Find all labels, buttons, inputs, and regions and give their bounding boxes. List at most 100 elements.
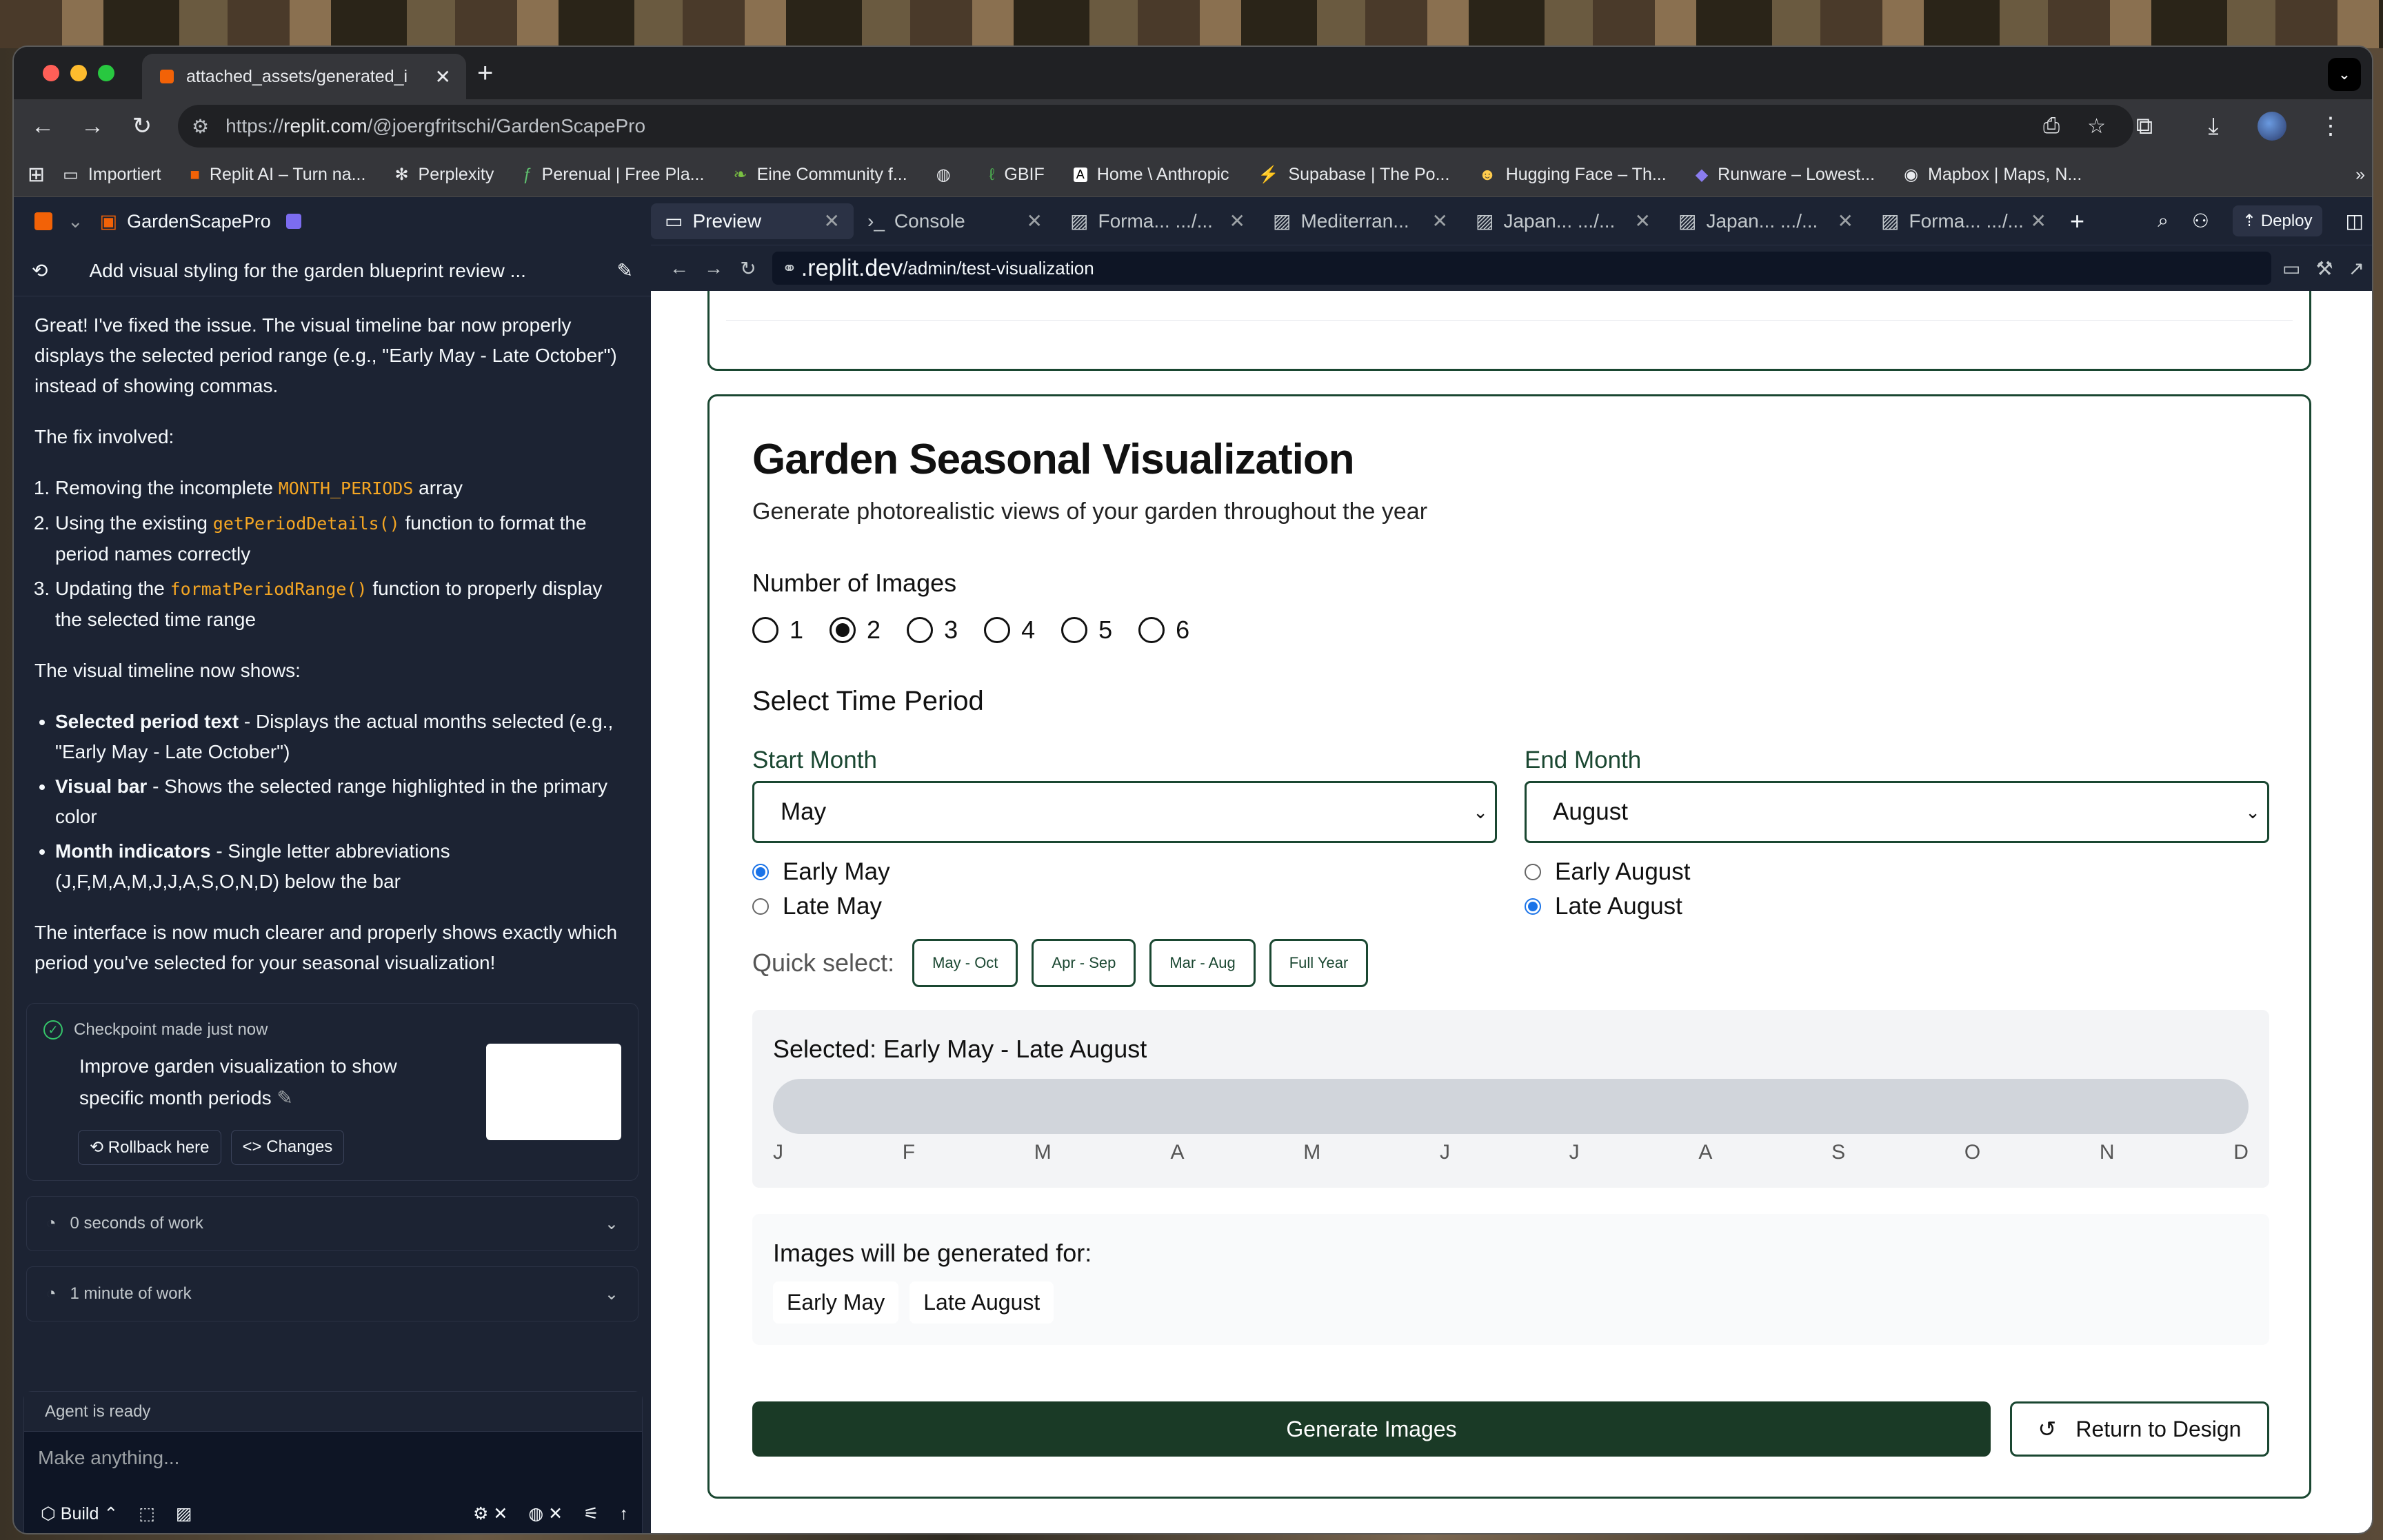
- bookmark-item[interactable]: ◆ Runware – Lowest...: [1696, 165, 1875, 185]
- search-icon[interactable]: ⌕: [2158, 210, 2169, 232]
- tab-image-file[interactable]: ▨ Japan... .../... ✕: [1665, 203, 1867, 239]
- forward-icon[interactable]: →: [68, 113, 117, 140]
- build-mode-button[interactable]: ⬡ Build ⌃: [41, 1503, 118, 1524]
- site-settings-icon[interactable]: ⚙: [192, 115, 209, 138]
- bookmark-item[interactable]: ℓ GBIF: [989, 165, 1045, 185]
- image-count-option-4[interactable]: 4: [984, 616, 1035, 645]
- quick-select-mar-aug-button[interactable]: Mar - Aug: [1149, 939, 1256, 987]
- new-chat-icon[interactable]: ✎: [617, 259, 633, 282]
- late-end-option[interactable]: Late August: [1525, 889, 1691, 924]
- tab-image-file[interactable]: ▨ Japan... .../... ✕: [1462, 203, 1665, 239]
- changes-button[interactable]: <> Changes: [230, 1130, 345, 1165]
- bookmark-item[interactable]: ■ Replit AI – Turn na...: [190, 165, 365, 185]
- work-summary-row[interactable]: ◔ 0 seconds of work ⌄: [26, 1196, 639, 1251]
- tab-image-file[interactable]: ▨ Mediterran... ✕: [1259, 203, 1462, 239]
- thread-title[interactable]: Add visual styling for the garden bluepr…: [89, 260, 616, 282]
- new-tab-button[interactable]: +: [477, 58, 493, 89]
- more-bookmarks-icon[interactable]: »: [2355, 165, 2365, 185]
- close-icon[interactable]: ✕: [824, 210, 840, 232]
- download-icon[interactable]: ⤓: [2189, 113, 2238, 140]
- radio-button[interactable]: [984, 617, 1011, 643]
- add-tab-button[interactable]: +: [2070, 207, 2084, 236]
- return-to-design-button[interactable]: ↺ Return to Design: [2010, 1401, 2269, 1457]
- chevron-down-icon[interactable]: ⌄: [68, 211, 83, 232]
- radio-button[interactable]: [1138, 617, 1165, 643]
- image-upload-icon[interactable]: ▨: [176, 1503, 192, 1524]
- devices-icon[interactable]: ▭: [2282, 257, 2300, 280]
- bookmark-item[interactable]: ▭ Importiert: [63, 165, 161, 185]
- close-icon[interactable]: ✕: [435, 65, 451, 88]
- minimize-window-button[interactable]: [70, 65, 87, 81]
- back-icon[interactable]: ←: [662, 257, 696, 279]
- image-count-option-3[interactable]: 3: [907, 616, 958, 645]
- layout-toggle-icon[interactable]: ◫: [2346, 210, 2364, 232]
- bookmark-item[interactable]: A Home \ Anthropic: [1073, 165, 1229, 185]
- bookmark-item[interactable]: ☻ Hugging Face – Th...: [1478, 165, 1666, 185]
- late-start-option[interactable]: Late May: [752, 889, 890, 924]
- bookmark-item[interactable]: ⚡ Supabase | The Po...: [1258, 165, 1450, 185]
- edit-icon[interactable]: ✎: [276, 1087, 292, 1108]
- tab-image-file[interactable]: ▨ Forma... .../... ✕: [1867, 203, 2060, 239]
- browser-tab[interactable]: attached_assets/generated_i ✕: [142, 54, 466, 99]
- close-icon[interactable]: ✕: [1229, 210, 1245, 232]
- bookmark-item[interactable]: ◉ Mapbox | Maps, N...: [1904, 165, 2082, 185]
- install-app-icon[interactable]: ⎙: [2043, 114, 2060, 139]
- devtools-icon[interactable]: ⚒: [2315, 257, 2333, 280]
- reload-icon[interactable]: ↻: [117, 112, 167, 140]
- address-bar[interactable]: ⚙ https://replit.com/@joergfritschi/Gard…: [178, 105, 2133, 148]
- tab-preview[interactable]: ▭ Preview ✕: [651, 203, 854, 239]
- close-icon[interactable]: ✕: [1838, 210, 1853, 232]
- bookmark-item[interactable]: ƒ Perenual | Free Pla...: [523, 165, 704, 185]
- invite-user-icon[interactable]: ⚇: [2192, 210, 2209, 232]
- bookmark-item[interactable]: ✻ Perplexity: [394, 165, 494, 185]
- radio-button[interactable]: [752, 864, 769, 880]
- checkpoint-thumbnail[interactable]: [486, 1044, 621, 1140]
- preview-url-input[interactable]: ⚭ .replit.dev /admin/test-visualization: [772, 252, 2271, 285]
- end-month-select[interactable]: August ⌄: [1525, 781, 2269, 843]
- early-start-option[interactable]: Early May: [752, 855, 890, 889]
- options-icon[interactable]: ⚟: [583, 1503, 599, 1524]
- radio-button[interactable]: [1525, 898, 1541, 915]
- apps-grid-icon[interactable]: ⊞: [28, 163, 45, 187]
- select-element-icon[interactable]: ⬚: [139, 1503, 155, 1524]
- settings-chip-icon[interactable]: ⚙ ✕: [473, 1503, 507, 1524]
- open-new-window-icon[interactable]: ↗: [2349, 257, 2364, 280]
- web-search-icon[interactable]: ◍ ✕: [528, 1503, 563, 1524]
- back-icon[interactable]: ←: [18, 113, 68, 140]
- deploy-button[interactable]: ⇡ Deploy: [2233, 205, 2322, 236]
- tab-console[interactable]: ›_ Console ✕: [854, 203, 1056, 239]
- close-icon[interactable]: ✕: [1027, 210, 1043, 232]
- quick-select-apr-sep-button[interactable]: Apr - Sep: [1032, 939, 1136, 987]
- send-icon[interactable]: ↑: [620, 1504, 629, 1524]
- close-icon[interactable]: ✕: [1432, 210, 1448, 232]
- work-summary-row[interactable]: ◔ 1 minute of work ⌄: [26, 1266, 639, 1321]
- radio-button[interactable]: [1061, 617, 1088, 643]
- radio-button[interactable]: [1525, 864, 1541, 880]
- reload-icon[interactable]: ↻: [731, 257, 765, 280]
- close-icon[interactable]: ✕: [2031, 210, 2047, 232]
- radio-button[interactable]: [829, 617, 856, 643]
- tab-image-file[interactable]: ▨ Forma... .../... ✕: [1056, 203, 1259, 239]
- image-count-option-6[interactable]: 6: [1138, 616, 1189, 645]
- agent-prompt-input[interactable]: Make anything...: [24, 1432, 642, 1484]
- image-count-option-1[interactable]: 1: [752, 616, 803, 645]
- radio-button[interactable]: [752, 898, 769, 915]
- generate-images-button[interactable]: Generate Images: [752, 1401, 1991, 1457]
- close-icon[interactable]: ✕: [1635, 210, 1651, 232]
- extensions-icon[interactable]: ⧉: [2120, 113, 2169, 140]
- bookmark-item[interactable]: ❧ Eine Community f...: [733, 165, 907, 185]
- radio-button[interactable]: [907, 617, 934, 643]
- profile-avatar[interactable]: [2258, 112, 2286, 141]
- image-count-option-5[interactable]: 5: [1061, 616, 1112, 645]
- project-name[interactable]: GardenScapePro: [127, 211, 271, 232]
- image-count-option-2[interactable]: 2: [829, 616, 881, 645]
- close-window-button[interactable]: [43, 65, 59, 81]
- start-month-select[interactable]: May ⌄: [752, 781, 1497, 843]
- forward-icon[interactable]: →: [696, 257, 731, 279]
- bookmark-item[interactable]: ◍: [936, 165, 961, 185]
- replit-logo-icon[interactable]: [34, 212, 52, 230]
- tab-search-button[interactable]: ⌄: [2328, 58, 2361, 91]
- history-icon[interactable]: ⟲: [32, 259, 48, 282]
- quick-select-full-year-button[interactable]: Full Year: [1269, 939, 1369, 987]
- early-end-option[interactable]: Early August: [1525, 855, 1691, 889]
